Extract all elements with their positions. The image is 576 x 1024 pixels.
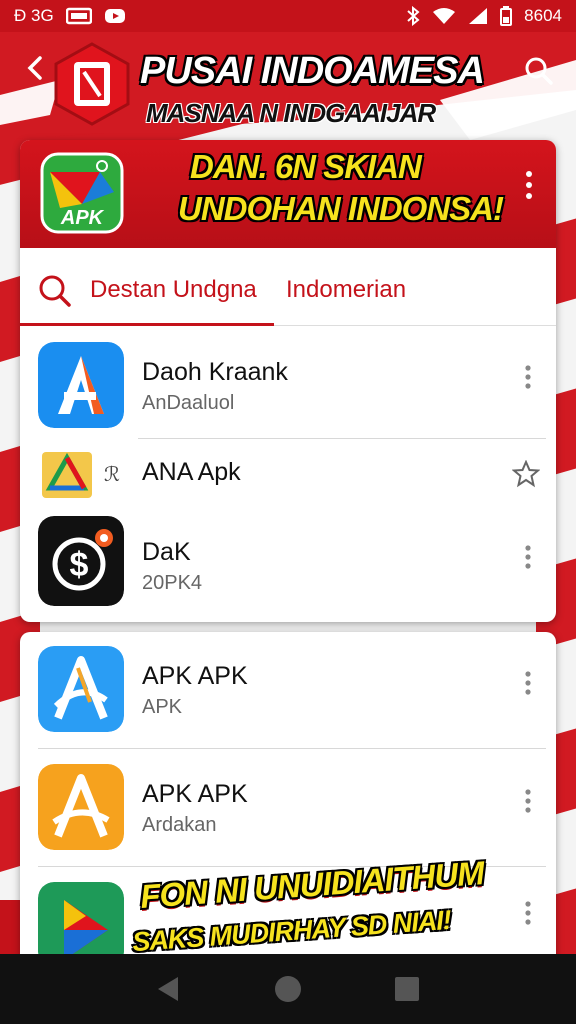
- status-left-text: Ɖ 3G: [14, 6, 54, 25]
- svg-text:$: $: [70, 546, 89, 584]
- triangle-back-icon: [158, 977, 179, 1001]
- youtube-icon: [104, 7, 126, 25]
- nav-recents-button[interactable]: [390, 972, 424, 1006]
- banner-headline-1: DAN. 6N SKIAN: [190, 148, 422, 185]
- tab-search-icon[interactable]: [38, 274, 72, 308]
- more-vert-icon[interactable]: [523, 900, 533, 926]
- tab-bar: Destan Undgna Indomerian: [20, 250, 556, 326]
- drive-icon: [42, 452, 92, 498]
- apk-logo-icon: APK: [40, 152, 124, 234]
- divider: [138, 438, 546, 439]
- system-nav-bar: [0, 954, 576, 1024]
- square-recents-icon: [394, 977, 419, 1001]
- more-vert-icon[interactable]: [524, 170, 534, 200]
- a-blue-icon: [38, 342, 124, 428]
- a-orange-icon: [38, 764, 124, 850]
- app-prefix: ℛ: [104, 464, 120, 486]
- list-item[interactable]: ℛ ANA Apk: [20, 440, 556, 510]
- more-vert-icon[interactable]: [523, 788, 533, 814]
- app-name: APK APK: [142, 662, 248, 690]
- more-vert-icon[interactable]: [523, 670, 533, 696]
- battery-icon: [500, 6, 513, 26]
- circle-home-icon: [274, 976, 301, 1002]
- nav-back-button[interactable]: [152, 972, 186, 1006]
- star-icon[interactable]: [512, 460, 540, 488]
- app-header: PUSAI INDOAMESA MASNAA N INDGAAIJAR: [0, 32, 576, 140]
- app-name: Daoh Kraank: [142, 358, 288, 386]
- tab-indomerian[interactable]: Indomerian: [286, 276, 406, 304]
- banner-headline-2: UNDOHAN INDONSA!: [178, 190, 504, 227]
- a-lightblue-icon: [38, 646, 124, 732]
- search-icon[interactable]: [524, 56, 554, 86]
- app-logo-icon: [54, 42, 130, 126]
- list-item[interactable]: APK APK APK: [20, 632, 556, 749]
- active-tab-indicator: [20, 323, 274, 326]
- list-item[interactable]: Daoh Kraank AnDaaluol: [20, 328, 556, 439]
- more-vert-icon[interactable]: [523, 364, 533, 390]
- app-subtitle: APK: [142, 696, 183, 718]
- dollar-icon: $: [38, 516, 124, 606]
- app-name: DaK: [142, 538, 191, 566]
- signal-icon: [468, 7, 488, 25]
- wifi-icon: [432, 7, 456, 25]
- page-subtitle: MASNAA N INDGAAIJAR: [146, 98, 436, 128]
- nav-home-button[interactable]: [271, 972, 305, 1006]
- app-subtitle: 20PK4: [142, 572, 203, 594]
- bluetooth-icon: [406, 6, 420, 26]
- page-title: PUSAI INDOAMESA: [140, 50, 485, 92]
- apk-logo-text: APK: [60, 207, 105, 229]
- clock: 8604: [524, 6, 562, 25]
- app-subtitle: Ardakan: [142, 814, 217, 836]
- app-name: ANA Apk: [142, 458, 241, 486]
- divider: [38, 748, 546, 749]
- status-bar: Ɖ 3G 8604: [0, 0, 576, 32]
- tab-destan[interactable]: Destan Undgna: [90, 276, 257, 304]
- promo-banner: APK DAN. 6N SKIAN UNDOHAN INDONSA!: [20, 140, 556, 248]
- more-vert-icon[interactable]: [523, 544, 533, 570]
- list-item[interactable]: APK APK Ardakan: [20, 750, 556, 868]
- app-list-card-1: APK DAN. 6N SKIAN UNDOHAN INDONSA! Desta…: [20, 140, 556, 622]
- calendar-icon: [65, 7, 92, 25]
- back-arrow-icon[interactable]: [22, 54, 50, 82]
- list-item[interactable]: $ DaK 20PK4: [20, 510, 556, 620]
- app-subtitle: AnDaaluol: [142, 392, 235, 414]
- app-name: APK APK: [142, 780, 248, 808]
